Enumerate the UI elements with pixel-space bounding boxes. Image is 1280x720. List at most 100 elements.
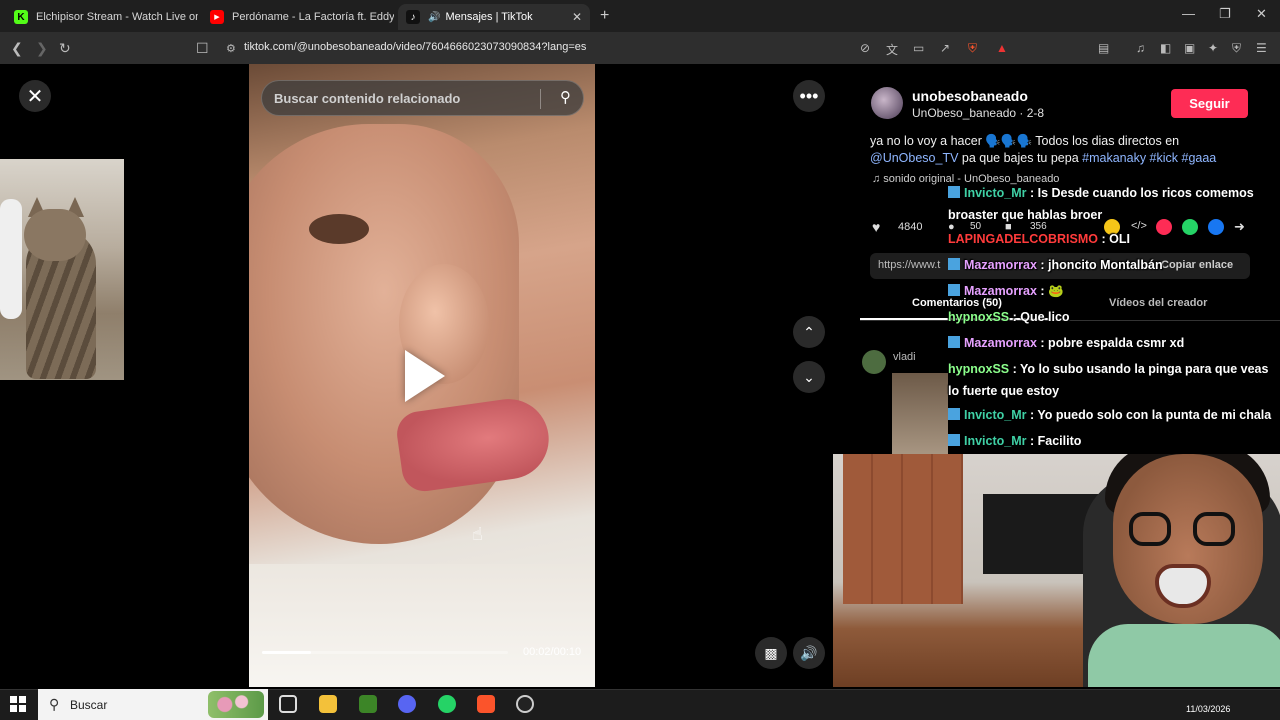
- reader-icon[interactable]: ▤: [1098, 41, 1109, 55]
- subscriber-badge-icon: [948, 186, 960, 198]
- maximize-icon[interactable]: ❐: [1219, 6, 1231, 22]
- likes-count: 4840: [898, 221, 923, 233]
- author-username[interactable]: unobesobaneado: [912, 88, 1028, 104]
- browser-tab-bar: K Elchipisor Stream - Watch Live on Kic …: [0, 0, 1280, 32]
- windows-start-icon[interactable]: [10, 696, 26, 712]
- chat-message: hypnoxSS : Yo lo subo usando la pinga pa…: [948, 358, 1278, 402]
- tab-kick-stream[interactable]: K Elchipisor Stream - Watch Live on Kic: [6, 4, 198, 30]
- pip-icon[interactable]: ▩: [755, 637, 787, 669]
- chat-message: Invicto_Mr : Is Desde cuando los ricos c…: [948, 182, 1278, 226]
- minecraft-icon[interactable]: [359, 695, 377, 713]
- taskbar-date: 11/03/2026: [1186, 704, 1231, 714]
- obs-icon[interactable]: [516, 695, 534, 713]
- chat-username: Mazamorrax: [964, 336, 1037, 350]
- subscriber-badge-icon: [948, 336, 960, 348]
- comment-username[interactable]: vladi: [893, 351, 916, 363]
- author-avatar[interactable]: [871, 87, 903, 119]
- close-tab-icon[interactable]: ✕: [572, 10, 582, 24]
- search-placeholder: Buscar contenido relacionado: [274, 90, 461, 106]
- follow-button[interactable]: Seguir: [1171, 89, 1248, 118]
- chat-message: Invicto_Mr : Facilito: [948, 430, 1278, 452]
- tab-label: Mensajes | TikTok: [445, 11, 533, 23]
- subscriber-badge-icon: [948, 434, 960, 446]
- share-url: https://www.t: [878, 259, 941, 271]
- chat-text: : Que lico: [1009, 310, 1070, 324]
- vpn-icon[interactable]: ⛨: [1232, 41, 1241, 56]
- heart-icon[interactable]: ♥: [872, 219, 880, 235]
- related-search-input[interactable]: Buscar contenido relacionado ⚲: [261, 80, 584, 116]
- tab-label: Perdóname - La Factoría ft. Eddy Lov: [232, 11, 394, 23]
- translate-icon[interactable]: 文: [886, 41, 898, 58]
- chat-username: hypnoxSS: [948, 310, 1010, 324]
- close-window-icon[interactable]: ✕: [1256, 6, 1267, 22]
- chat-message: hypnoxSS : Que lico: [948, 306, 1278, 328]
- file-explorer-icon[interactable]: [319, 695, 337, 713]
- tab-youtube-song[interactable]: ▶ Perdóname - La Factoría ft. Eddy Lov: [202, 4, 394, 30]
- chat-message: Mazamorrax : 🐸: [948, 280, 1278, 302]
- comment-avatar[interactable]: [862, 350, 886, 374]
- volume-icon[interactable]: 🔊: [793, 637, 825, 669]
- tab-tiktok-messages[interactable]: ♪ 🔊 Mensajes | TikTok ✕: [398, 4, 590, 30]
- close-video-button[interactable]: ✕: [19, 80, 51, 112]
- chat-username: LAPINGADELCOBRISMO: [948, 232, 1098, 246]
- kick-icon: K: [14, 10, 28, 24]
- ai-icon[interactable]: ✦: [1208, 41, 1218, 55]
- minimize-icon[interactable]: —: [1182, 6, 1195, 21]
- stream-chat-overlay: Invicto_Mr : Is Desde cuando los ricos c…: [948, 182, 1280, 452]
- taskbar-search[interactable]: ⚲ Buscar: [38, 689, 268, 720]
- music-icon[interactable]: ♫: [1136, 41, 1145, 55]
- search-icon: ⚲: [49, 696, 60, 712]
- search-highlight-image: [208, 691, 264, 718]
- cast-icon[interactable]: ▭: [913, 41, 924, 55]
- tiktok-icon: ♪: [406, 10, 420, 24]
- video-description: ya no lo voy a hacer 🗣️🗣️🗣️ Todos los di…: [870, 133, 1250, 167]
- chat-text: : Yo puedo solo con la punta de mi chala: [1026, 408, 1272, 422]
- description-text-2: pa que bajes tu pepa: [958, 151, 1083, 165]
- subscriber-badge-icon: [948, 284, 960, 296]
- more-options-icon[interactable]: •••: [793, 80, 825, 112]
- url-field[interactable]: tiktok.com/@unobesobaneado/video/7604666…: [244, 41, 586, 53]
- chat-text: : OLI: [1098, 232, 1130, 246]
- no-translate-icon[interactable]: ⊘: [860, 41, 870, 55]
- chat-message: Mazamorrax : jhoncito Montalbán: [948, 254, 1278, 276]
- hashtag-links[interactable]: #makanaky #kick #gaaa: [1082, 151, 1216, 165]
- site-info-icon[interactable]: ⚙: [226, 42, 236, 55]
- mention-link[interactable]: @UnObeso_TV: [870, 151, 958, 165]
- tab-label: Elchipisor Stream - Watch Live on Kic: [36, 11, 198, 23]
- brave-browser-icon[interactable]: [477, 695, 495, 713]
- chat-text: : jhoncito Montalbán: [1036, 258, 1163, 272]
- whatsapp-taskbar-icon[interactable]: [438, 695, 456, 713]
- chat-text: : Facilito: [1026, 434, 1082, 448]
- subscriber-badge-icon: [948, 258, 960, 270]
- chat-text: : pobre espalda csmr xd: [1036, 336, 1185, 350]
- menu-icon[interactable]: ☰: [1256, 41, 1267, 55]
- brave-rewards-icon[interactable]: ▲: [996, 41, 1008, 55]
- search-icon[interactable]: ⚲: [560, 88, 571, 106]
- chat-username: Invicto_Mr: [964, 434, 1027, 448]
- chevron-down-icon[interactable]: ⌄: [793, 361, 825, 393]
- chevron-up-icon[interactable]: ⌃: [793, 316, 825, 348]
- reload-icon[interactable]: ↻: [59, 40, 71, 57]
- wallet-icon[interactable]: ▣: [1184, 41, 1195, 55]
- bookmark-icon[interactable]: ☐: [196, 40, 209, 57]
- address-bar: ❮ ❯ ↻ ☐ ⚙ tiktok.com/@unobesobaneado/vid…: [0, 32, 1280, 64]
- sidebar-icon[interactable]: ◧: [1160, 41, 1171, 55]
- cat-overlay-image: [0, 159, 124, 380]
- back-icon[interactable]: ❮: [11, 40, 23, 57]
- share-icon[interactable]: ↗: [940, 41, 950, 55]
- play-icon[interactable]: [405, 350, 445, 402]
- video-time: 00:02/00:10: [523, 646, 582, 658]
- taskbar-search-label: Buscar: [70, 697, 108, 712]
- chat-message: Mazamorrax : pobre espalda csmr xd: [948, 332, 1278, 354]
- brave-shield-icon[interactable]: ⛨: [968, 41, 977, 56]
- new-tab-icon[interactable]: +: [600, 7, 609, 25]
- discord-icon[interactable]: [398, 695, 416, 713]
- chat-username: Mazamorrax: [964, 258, 1037, 272]
- comment-image[interactable]: [892, 373, 948, 455]
- task-view-icon[interactable]: [279, 695, 297, 713]
- subscriber-badge-icon: [948, 408, 960, 420]
- video-progress-bar[interactable]: [262, 651, 508, 654]
- author-handle-date: UnObeso_baneado · 2-8: [912, 106, 1045, 120]
- forward-icon[interactable]: ❯: [36, 40, 48, 57]
- hand-cursor-icon: ☝: [472, 524, 483, 544]
